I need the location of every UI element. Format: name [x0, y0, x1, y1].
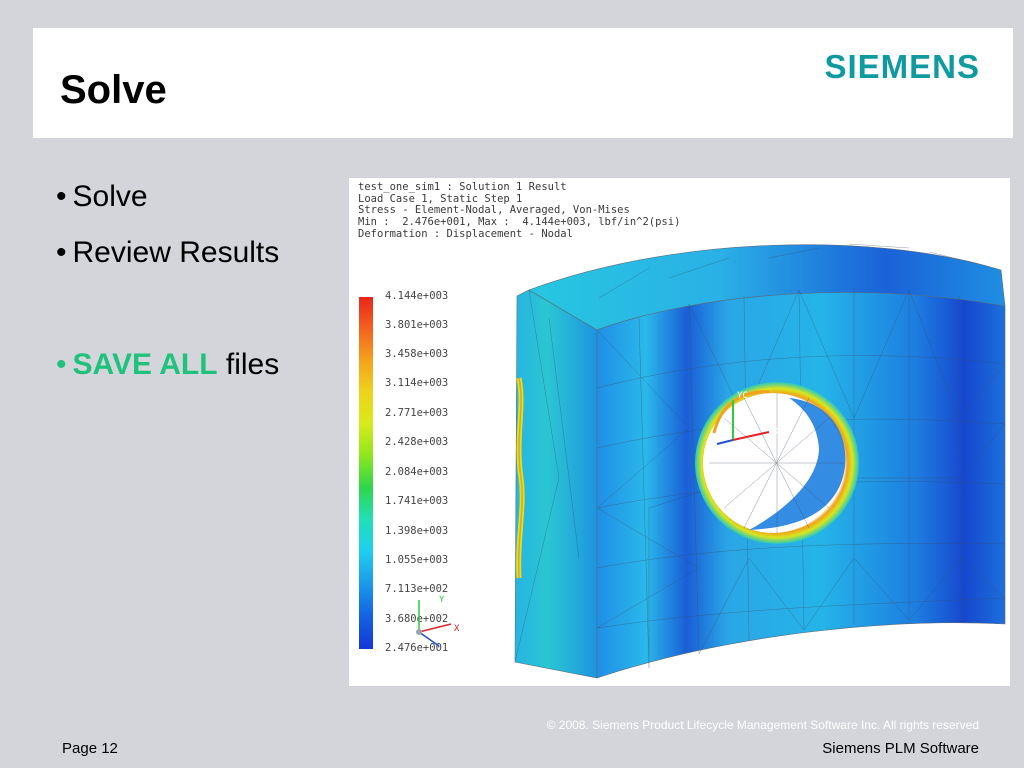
bullet-text: files	[217, 348, 280, 381]
y-axis-label: Y	[439, 595, 445, 605]
bullet-item: • SAVE ALL files	[56, 348, 279, 382]
bullet-dot-icon: •	[56, 236, 67, 269]
company-name: Siemens PLM Software	[822, 740, 979, 757]
xc-axis-label: XC	[773, 427, 784, 437]
bullet-item: • Solve	[56, 180, 148, 214]
siemens-logo: SIEMENS	[824, 48, 980, 85]
bullet-text: Solve	[72, 180, 148, 213]
page-number: Page 12	[62, 740, 118, 757]
bullet-dot-icon: •	[56, 348, 67, 381]
fea-model-render: XC YC X Y	[416, 243, 1006, 679]
bullet-text: Review Results	[72, 236, 280, 269]
bullet-item: • Review Results	[56, 236, 279, 270]
slide-title: Solve	[60, 68, 167, 112]
yc-axis-label: YC	[737, 391, 748, 401]
copyright-text: © 2008. Siemens Product Lifecycle Manage…	[546, 718, 979, 732]
bullet-accent-text: SAVE ALL	[72, 348, 218, 381]
fea-result-figure: test_one_sim1 : Solution 1 Result Load C…	[349, 178, 1010, 686]
slide-header: Solve SIEMENS	[33, 28, 1013, 138]
x-axis-label: X	[454, 624, 460, 634]
bullet-dot-icon: •	[56, 180, 67, 213]
